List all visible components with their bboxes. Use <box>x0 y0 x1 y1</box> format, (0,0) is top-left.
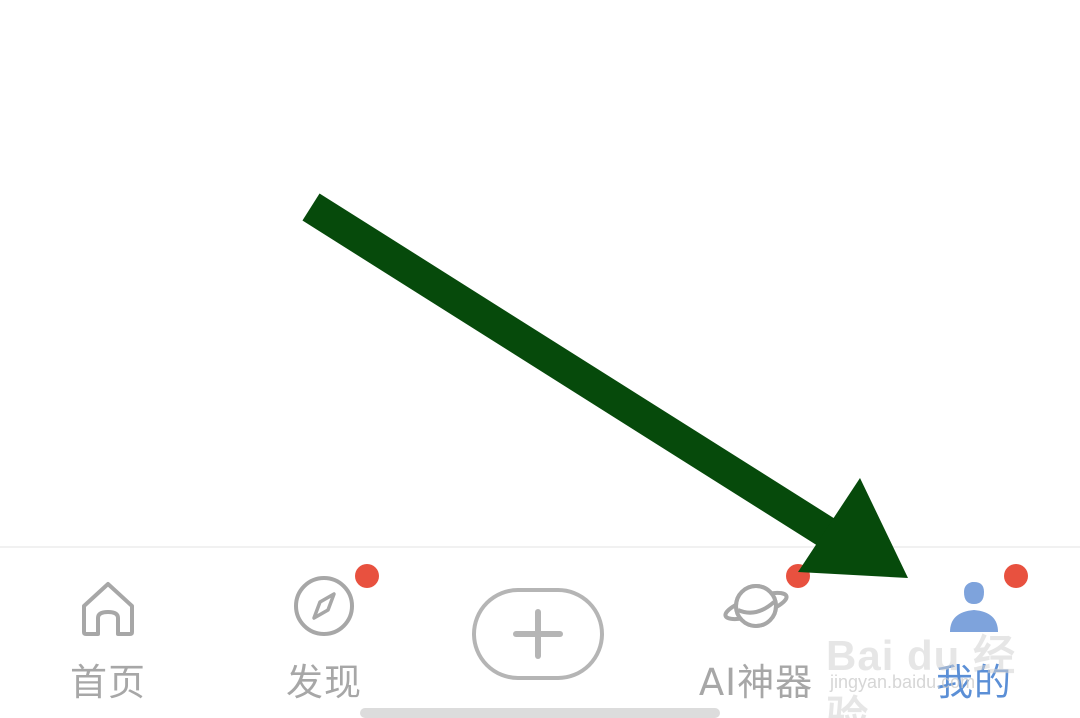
plus-icon <box>513 609 563 659</box>
discover-notification-badge <box>355 564 379 588</box>
user-icon <box>950 582 998 632</box>
create-button[interactable] <box>472 588 604 680</box>
ai-notification-badge <box>786 564 810 588</box>
tab-ai-label: AI神器 <box>698 661 814 704</box>
tab-discover[interactable]: 发现 <box>234 548 414 718</box>
bottom-tab-bar: 首页 发现 AI神器 我的 <box>0 546 1080 718</box>
content-area <box>0 0 1080 546</box>
home-icon <box>82 582 134 636</box>
tab-mine-label: 我的 <box>936 661 1012 704</box>
planet-icon <box>723 584 789 628</box>
tab-create[interactable] <box>450 548 630 718</box>
home-indicator[interactable] <box>360 708 720 718</box>
tab-home-label: 首页 <box>70 661 146 704</box>
mine-notification-badge <box>1004 564 1028 588</box>
tab-mine[interactable]: 我的 <box>884 548 1064 718</box>
compass-icon <box>294 576 354 636</box>
tab-home[interactable]: 首页 <box>18 548 198 718</box>
app-screen: 首页 发现 AI神器 我的 Bai du 经验 jingyan.baidu.co… <box>0 0 1080 718</box>
tab-discover-label: 发现 <box>286 661 362 704</box>
tab-ai-tools[interactable]: AI神器 <box>666 548 846 718</box>
